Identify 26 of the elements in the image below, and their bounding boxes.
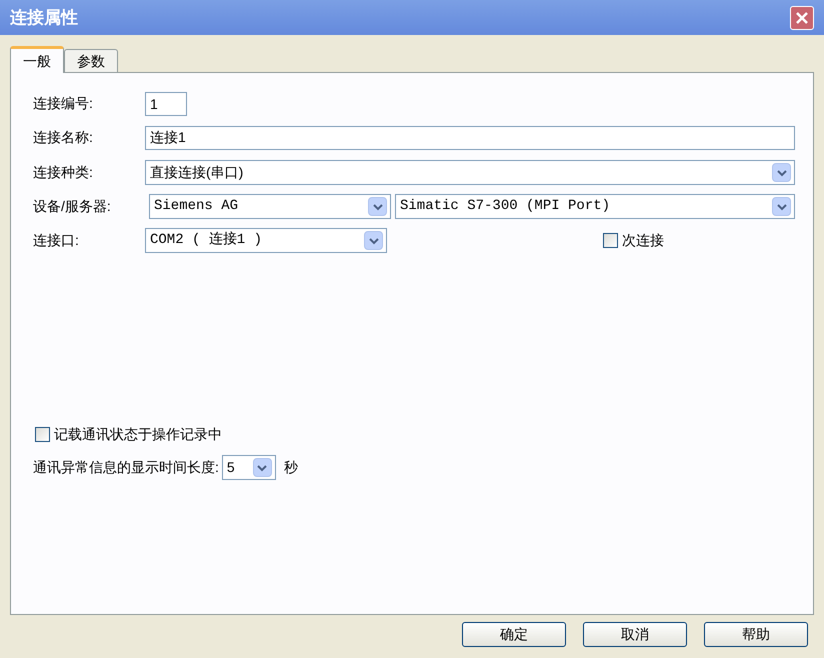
field-label: 连接名称: bbox=[33, 128, 94, 147]
field-label: 连接口: bbox=[33, 231, 80, 250]
dropdown[interactable]: COM2 ( 连接1 ) bbox=[145, 228, 387, 253]
checkbox[interactable] bbox=[603, 233, 618, 248]
field-label: 连接编号: bbox=[33, 94, 94, 113]
checkbox-label: 次连接 bbox=[622, 231, 664, 250]
dialog-button[interactable]: 帮助 bbox=[704, 622, 808, 647]
checkbox[interactable] bbox=[35, 427, 50, 442]
close-icon bbox=[795, 10, 809, 24]
checkbox-label: 记载通讯状态于操作记录中 bbox=[54, 425, 222, 444]
dialog-button[interactable]: 取消 bbox=[583, 622, 687, 647]
window-title: 连接属性 bbox=[10, 6, 78, 29]
number-field[interactable]: 1 bbox=[145, 92, 187, 116]
dialog-button[interactable]: 确定 bbox=[462, 622, 566, 647]
tab[interactable]: 一般 bbox=[10, 46, 64, 73]
dropdown[interactable]: 直接连接(串口) bbox=[145, 160, 795, 185]
dropdown[interactable]: 5 bbox=[222, 455, 276, 480]
tab[interactable]: 参数 bbox=[64, 49, 118, 72]
dropdown[interactable]: Siemens AG bbox=[149, 194, 391, 219]
field-label: 连接种类: bbox=[33, 163, 94, 182]
field-label: 设备/服务器: bbox=[33, 197, 112, 216]
close-button[interactable] bbox=[790, 6, 814, 30]
unit-label: 秒 bbox=[284, 458, 298, 477]
name-field[interactable]: 连接1 bbox=[145, 126, 795, 150]
dropdown[interactable]: Simatic S7-300 (MPI Port) bbox=[395, 194, 795, 219]
field-label: 通讯异常信息的显示时间长度: bbox=[33, 458, 219, 477]
